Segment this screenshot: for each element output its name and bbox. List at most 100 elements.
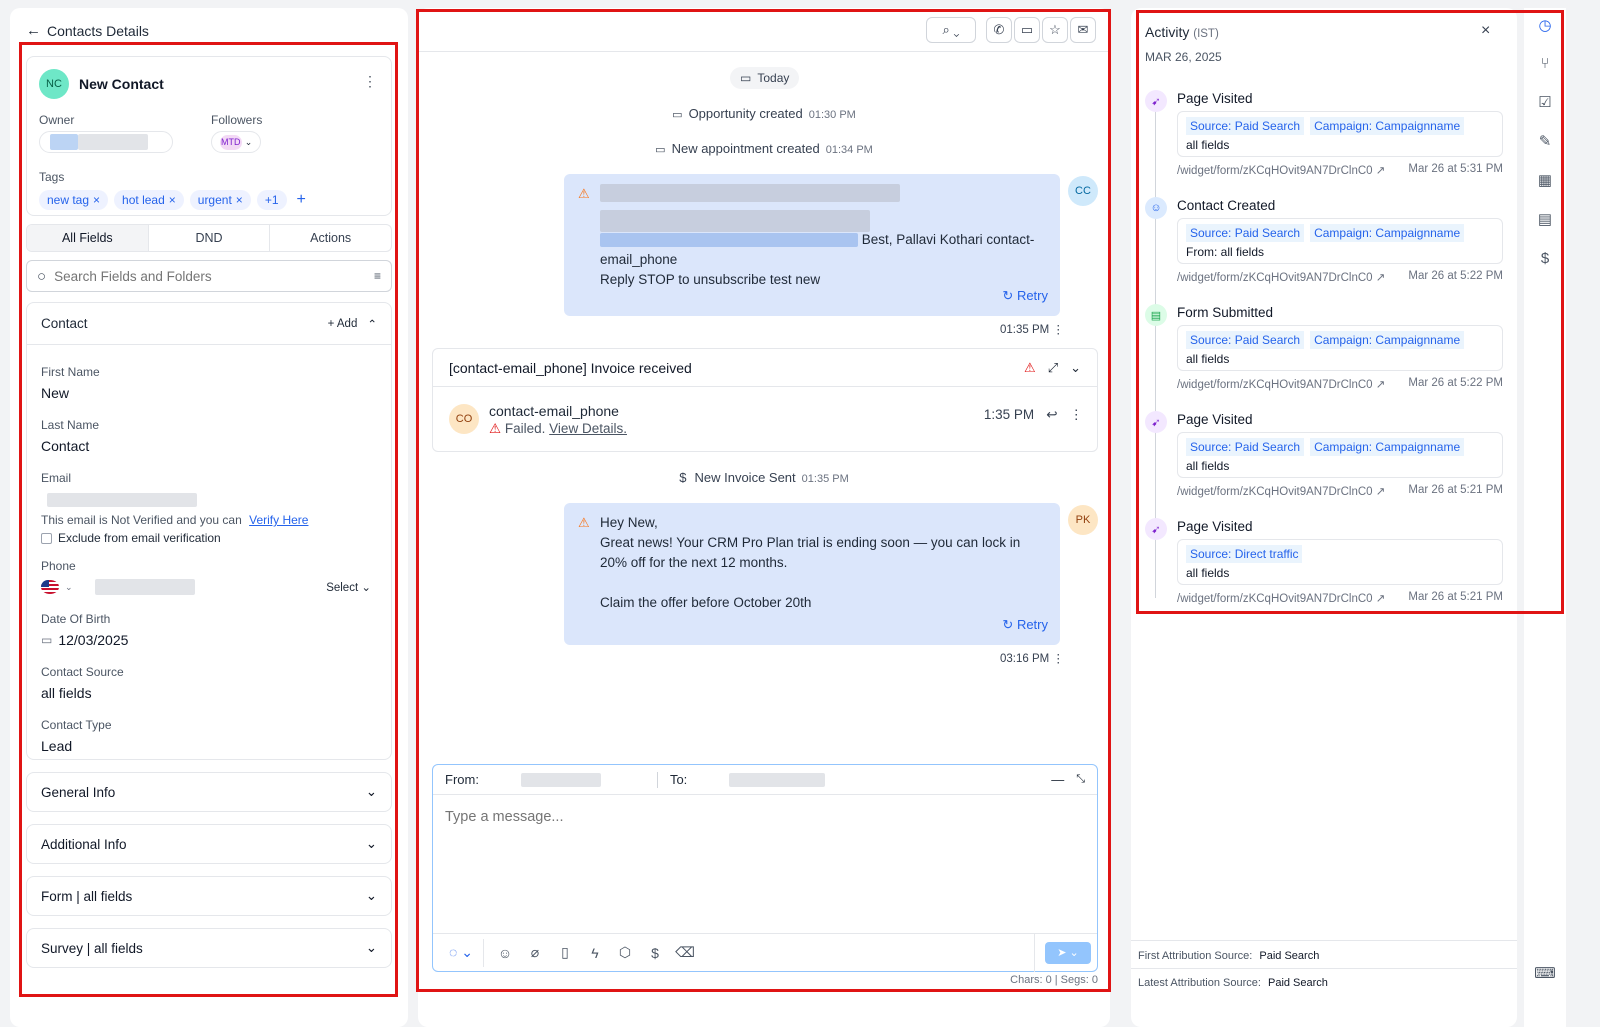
tab-actions[interactable]: Actions — [270, 225, 391, 251]
section-form[interactable]: Form | all fields ⌄ — [26, 876, 392, 916]
star-icon[interactable]: ☆ — [1042, 17, 1068, 43]
remove-tag-icon[interactable]: × — [169, 193, 176, 207]
last-name-value[interactable]: Contact — [41, 438, 89, 454]
to-select[interactable] — [729, 772, 826, 787]
retry-button[interactable]: ↻ Retry — [1002, 615, 1048, 635]
phone-row: ⌄ Select ⌄ — [41, 579, 371, 595]
external-link-icon[interactable]: ↗ — [1376, 272, 1386, 284]
owner-label: Owner — [39, 113, 75, 127]
payment-dollar-icon[interactable]: $ — [1534, 247, 1556, 269]
close-icon[interactable]: × — [1481, 22, 1490, 40]
tag-chip[interactable]: new tag × — [39, 190, 109, 210]
external-link-icon[interactable]: ↗ — [1376, 165, 1386, 177]
activity-url[interactable]: /widget/form/zKCqHOvit9AN7DrClnC0 — [1177, 593, 1373, 605]
workflow-icon[interactable]: ⑂ — [1534, 52, 1556, 74]
tag-chip[interactable]: hot lead × — [114, 190, 184, 210]
more-vertical-icon[interactable]: ⋮ — [1070, 407, 1084, 423]
owner-select[interactable] — [39, 131, 173, 153]
notes-pen-icon[interactable]: ✎ — [1534, 130, 1556, 152]
activity-url[interactable]: /widget/form/zKCqHOvit9AN7DrClnC0 — [1177, 272, 1373, 284]
clear-icon[interactable]: ⌫ — [670, 944, 700, 961]
folder-icon[interactable]: ▭ — [1014, 17, 1040, 43]
calendar-icon[interactable]: ▦ — [1534, 169, 1556, 191]
reply-icon[interactable]: ↩ — [1046, 407, 1057, 423]
message-bubble-outbound[interactable]: ⚠ Best, Pallavi Kothari contact- email_p… — [564, 174, 1060, 316]
activity-url[interactable]: /widget/form/zKCqHOvit9AN7DrClnC0 — [1177, 379, 1373, 391]
back-header[interactable]: ← Contacts Details — [26, 22, 149, 39]
tags-label: Tags — [39, 170, 65, 184]
campaign-chip: Campaign: Campaignname — [1310, 438, 1465, 456]
tab-dnd[interactable]: DND — [149, 225, 271, 251]
collapse-icon[interactable]: ⤡ — [1076, 773, 1085, 786]
remove-tag-icon[interactable]: × — [93, 193, 100, 207]
email-time: 1:35 PM — [983, 407, 1035, 422]
section-additional-info[interactable]: Additional Info ⌄ — [26, 824, 392, 864]
retry-button[interactable]: ↻ Retry — [1002, 286, 1048, 306]
back-arrow-icon[interactable]: ← — [26, 22, 41, 39]
from-select[interactable] — [520, 772, 601, 787]
first-name-label: First Name — [41, 365, 100, 379]
chevron-down-icon[interactable]: ⌄ — [65, 582, 73, 593]
followers-select[interactable]: MTD ⌄ — [211, 131, 261, 153]
activity-url[interactable]: /widget/form/zKCqHOvit9AN7DrClnC0 — [1177, 165, 1373, 177]
tag-chip[interactable]: urgent × — [189, 190, 251, 210]
document-icon[interactable]: ▤ — [1534, 208, 1556, 230]
contact-type-value[interactable]: Lead — [41, 738, 72, 754]
more-vertical-icon[interactable]: ⋮ — [363, 73, 377, 90]
chevron-up-icon[interactable]: ⌃ — [367, 317, 377, 331]
contact-source-value[interactable]: all fields — [41, 685, 92, 701]
expand-icon[interactable]: ⤢ — [1048, 360, 1058, 376]
more-tags-badge[interactable]: +1 — [256, 190, 287, 210]
phone-value[interactable] — [94, 579, 195, 595]
more-vertical-icon[interactable]: ⋮ — [1052, 653, 1064, 665]
exclude-checkbox[interactable] — [41, 532, 52, 544]
add-field-button[interactable]: + Add — [328, 318, 358, 330]
contact-section-header[interactable]: Contact + Add ⌃ — [27, 303, 391, 345]
mail-icon[interactable]: ✉ — [1070, 17, 1096, 43]
exclude-verification[interactable]: Exclude from email verification — [41, 531, 221, 545]
search-input[interactable] — [54, 268, 366, 284]
email-thread-card[interactable]: [contact-email_phone] Invoice received ⚠… — [432, 348, 1098, 452]
us-flag-icon[interactable] — [41, 580, 59, 594]
contact-section: Contact + Add ⌃ First Name New Last Name… — [26, 302, 392, 760]
document-icon[interactable]: ▯ — [550, 944, 580, 961]
sender-avatar: CO — [449, 404, 479, 434]
external-link-icon[interactable]: ↗ — [1376, 486, 1386, 498]
more-vertical-icon[interactable]: ⋮ — [1052, 324, 1064, 336]
phone-call-icon[interactable]: ✆ — [986, 17, 1012, 43]
external-link-icon[interactable]: ↗ — [1376, 379, 1386, 391]
minimize-icon[interactable]: — — [1051, 772, 1064, 787]
task-icon[interactable]: ☑ — [1534, 91, 1556, 113]
tab-all-fields[interactable]: All Fields — [27, 225, 149, 251]
activity-url[interactable]: /widget/form/zKCqHOvit9AN7DrClnC0 — [1177, 486, 1373, 498]
dollar-icon[interactable]: $ — [640, 945, 670, 961]
message-input[interactable] — [445, 809, 1085, 919]
first-name-value[interactable]: New — [41, 385, 69, 401]
external-link-icon[interactable]: ↗ — [1376, 593, 1386, 605]
email-value[interactable] — [47, 493, 197, 510]
section-survey[interactable]: Survey | all fields ⌄ — [26, 928, 392, 968]
dob-row[interactable]: ▭ 12/03/2025 — [41, 632, 128, 648]
source-chip: Source: Paid Search — [1186, 224, 1305, 242]
lightning-icon[interactable]: ϟ — [580, 945, 610, 961]
tag-icon[interactable]: ⬡ — [610, 944, 640, 961]
filter-icon[interactable]: ≡ — [374, 269, 381, 283]
section-general-info[interactable]: General Info ⌄ — [26, 772, 392, 812]
message-time: 03:16 PM ⋮ — [1000, 653, 1064, 665]
channel-chat-icon[interactable]: ◌ ⌄ — [439, 944, 483, 961]
chevron-down-icon: ⌄ — [365, 888, 377, 903]
message-bubble-outbound[interactable]: ⚠ Hey New, Great news! Your CRM Pro Plan… — [564, 503, 1060, 645]
send-button[interactable]: ➤ ⌄ — [1045, 941, 1091, 964]
from-label: From: — [445, 772, 479, 787]
activity-clock-icon[interactable]: ◷ — [1534, 14, 1556, 36]
channel-switch-icon[interactable]: ⌕ ⌄ — [926, 17, 976, 43]
phone-type-select[interactable]: Select ⌄ — [326, 580, 371, 594]
remove-tag-icon[interactable]: × — [236, 193, 243, 207]
view-details-link[interactable]: View Details. — [549, 421, 627, 436]
verify-here-link[interactable]: Verify Here — [249, 513, 308, 527]
chevron-down-icon[interactable]: ⌄ — [1070, 360, 1081, 376]
emoji-icon[interactable]: ☺ — [490, 945, 520, 961]
add-tag-icon[interactable]: + — [297, 191, 306, 209]
keyboard-icon[interactable]: ⌨ — [1534, 962, 1556, 984]
attachment-icon[interactable]: ⌀ — [520, 944, 550, 961]
